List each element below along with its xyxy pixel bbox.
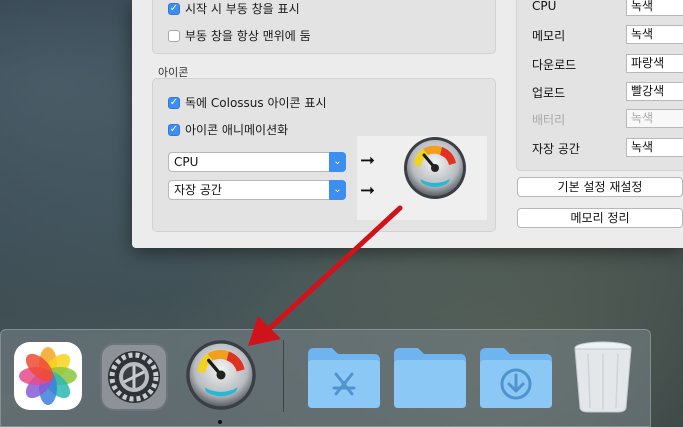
system-preferences-icon[interactable] bbox=[98, 341, 170, 413]
icon-metric-select-bottom-value: 자장 공간 bbox=[174, 183, 222, 197]
animate-icon-option[interactable]: 아이콘 애니메이션화 bbox=[168, 121, 288, 138]
show-in-dock-option[interactable]: 독에 Colossus 아이콘 표시 bbox=[168, 94, 326, 111]
upload-color-label: 업로드 bbox=[532, 86, 566, 100]
chevron-updown-icon[interactable]: ⌄ bbox=[329, 152, 346, 172]
arrow-right-icon: ➞ bbox=[360, 180, 376, 201]
download-color-field[interactable]: 파랑색 bbox=[626, 54, 683, 73]
documents-folder-icon[interactable] bbox=[392, 344, 468, 410]
preferences-window: 시작 시 부동 창을 표시 부동 창을 항상 맨위에 둠 아이콘 독에 Colo… bbox=[132, 0, 683, 248]
storage-color-field[interactable]: 녹색 bbox=[626, 138, 683, 157]
dock-separator bbox=[283, 340, 284, 412]
always-on-top-label: 부동 창을 항상 맨위에 둠 bbox=[185, 29, 311, 43]
show-floating-option[interactable]: 시작 시 부동 창을 표시 bbox=[168, 0, 300, 17]
cpu-color-field[interactable]: 녹색 bbox=[626, 0, 683, 16]
battery-color-field: 녹색 bbox=[626, 109, 683, 128]
trash-icon[interactable] bbox=[570, 340, 636, 414]
downloads-folder-icon[interactable] bbox=[478, 344, 554, 410]
icon-metric-select-top[interactable]: CPU ⌄ bbox=[168, 152, 346, 172]
storage-color-label: 자장 공간 bbox=[532, 142, 580, 156]
animate-icon-checkbox[interactable] bbox=[168, 123, 180, 136]
battery-color-label: 배터리 bbox=[532, 113, 566, 127]
icon-metric-select-bottom[interactable]: 자장 공간 ⌄ bbox=[168, 180, 346, 200]
photos-icon[interactable] bbox=[12, 340, 84, 412]
show-in-dock-checkbox[interactable] bbox=[168, 96, 180, 109]
animate-icon-label: 아이콘 애니메이션화 bbox=[185, 123, 289, 137]
applications-folder-icon[interactable] bbox=[306, 344, 382, 410]
memory-color-field[interactable]: 녹색 bbox=[626, 25, 683, 44]
cpu-color-label: CPU bbox=[532, 0, 557, 13]
arrow-right-icon: ➞ bbox=[360, 150, 376, 171]
icon-metric-select-top-value: CPU bbox=[174, 155, 199, 169]
show-floating-label: 시작 시 부동 창을 표시 bbox=[185, 2, 300, 16]
show-floating-checkbox[interactable] bbox=[168, 2, 180, 15]
always-on-top-option[interactable]: 부동 창을 항상 맨위에 둠 bbox=[168, 27, 311, 44]
purge-memory-button[interactable]: 메모리 정리 bbox=[517, 208, 683, 228]
always-on-top-checkbox[interactable] bbox=[168, 29, 180, 42]
reset-preferences-button[interactable]: 기본 설정 재설정 bbox=[517, 177, 683, 197]
memory-color-label: 메모리 bbox=[532, 29, 566, 43]
chevron-updown-icon[interactable]: ⌄ bbox=[329, 180, 346, 200]
running-indicator bbox=[218, 420, 222, 424]
show-in-dock-label: 독에 Colossus 아이콘 표시 bbox=[185, 96, 327, 110]
download-color-label: 다운로드 bbox=[532, 58, 577, 72]
colossus-icon[interactable] bbox=[184, 338, 258, 412]
upload-color-field[interactable]: 빨강색 bbox=[626, 82, 683, 101]
gauge-preview-icon bbox=[404, 137, 466, 199]
